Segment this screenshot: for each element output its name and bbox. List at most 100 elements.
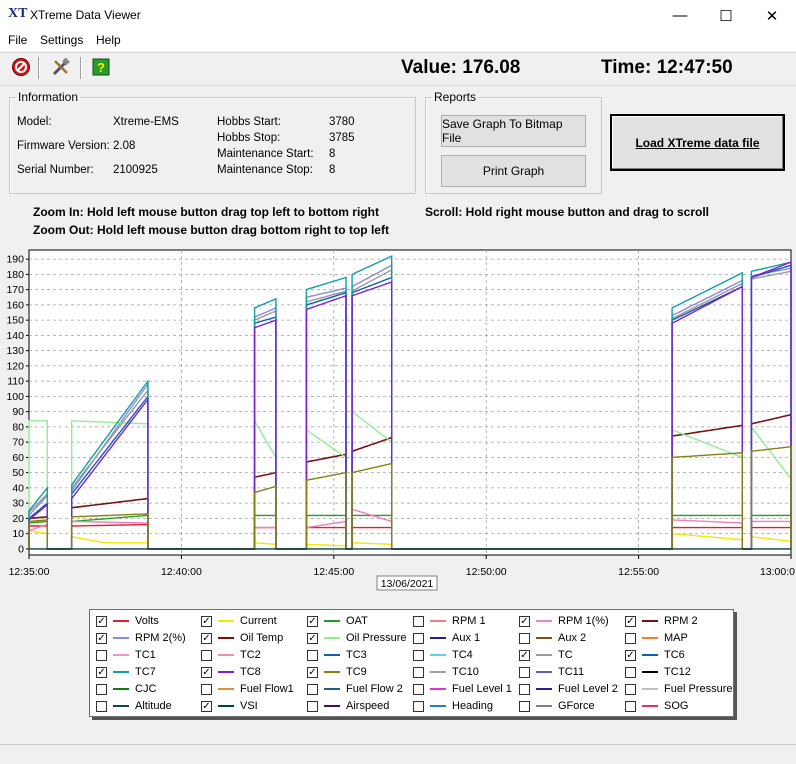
maximize-button[interactable]: ☐ [703, 0, 749, 31]
legend-checkbox[interactable]: ✓ [96, 615, 107, 627]
legend-checkbox[interactable]: ✓ [201, 700, 212, 712]
legend-checkbox[interactable]: ✓ [519, 615, 530, 627]
legend-checkbox[interactable] [413, 700, 424, 712]
legend-checkbox[interactable]: ✓ [307, 666, 318, 678]
tools-icon[interactable] [50, 56, 72, 78]
legend-checkbox[interactable]: ✓ [201, 666, 212, 678]
legend-item[interactable]: ✓ VSI [201, 698, 258, 714]
legend-checkbox[interactable] [413, 649, 424, 661]
legend-item[interactable]: Airspeed [307, 698, 389, 714]
legend-checkbox[interactable] [96, 700, 107, 712]
legend-item[interactable]: TC2 [201, 647, 261, 663]
legend-item[interactable]: TC12 [625, 664, 691, 680]
legend-checkbox[interactable] [625, 700, 636, 712]
y-tick-label: 110 [7, 376, 24, 388]
legend-item[interactable]: ✓ TC7 [96, 664, 156, 680]
legend-item[interactable]: Heading [413, 698, 493, 714]
legend-swatch [642, 637, 658, 639]
legend-item[interactable]: ✓ Current [201, 613, 277, 629]
legend-item[interactable]: Fuel Flow 2 [307, 681, 403, 697]
legend-item[interactable]: RPM 1 [413, 613, 486, 629]
legend-item[interactable]: Fuel Flow1 [201, 681, 294, 697]
legend-checkbox[interactable]: ✓ [201, 632, 212, 644]
legend-item[interactable]: Aux 2 [519, 630, 586, 646]
legend-checkbox[interactable] [201, 683, 212, 695]
legend-label: TC3 [346, 649, 367, 661]
legend-checkbox[interactable] [413, 632, 424, 644]
save-graph-button[interactable]: Save Graph To Bitmap File [441, 115, 586, 147]
model-label: Model: [17, 116, 52, 128]
legend-checkbox[interactable] [96, 649, 107, 661]
legend-item[interactable]: GForce [519, 698, 595, 714]
legend-checkbox[interactable] [625, 683, 636, 695]
legend-item[interactable]: TC10 [413, 664, 479, 680]
legend-item[interactable]: Fuel Level 1 [413, 681, 512, 697]
legend-item[interactable]: ✓ TC6 [625, 647, 685, 663]
legend-swatch [430, 671, 446, 673]
chart-svg[interactable]: 0 10 20 30 40 50 60 70 80 90 100 110 120 130 140 150 160… [5, 248, 795, 593]
legend-item[interactable]: TC1 [96, 647, 156, 663]
legend-checkbox[interactable] [413, 666, 424, 678]
help-icon[interactable]: ? [90, 56, 112, 78]
legend-checkbox[interactable] [201, 649, 212, 661]
legend-item[interactable]: ✓ TC8 [201, 664, 261, 680]
legend-item[interactable]: ✓ Volts [96, 613, 159, 629]
legend-checkbox[interactable] [625, 666, 636, 678]
close-button[interactable]: ✕ [749, 0, 795, 31]
legend-checkbox[interactable] [413, 615, 424, 627]
legend-item[interactable]: ✓ Oil Pressure [307, 630, 407, 646]
legend-item[interactable]: TC11 [519, 664, 584, 680]
legend-checkbox[interactable]: ✓ [201, 615, 212, 627]
legend-item[interactable]: Fuel Level 2 [519, 681, 618, 697]
legend-item[interactable]: ✓ RPM 2(%) [96, 630, 186, 646]
legend-checkbox[interactable]: ✓ [96, 632, 107, 644]
legend-checkbox[interactable]: ✓ [625, 615, 636, 627]
legend-item[interactable]: ✓ TC [519, 647, 573, 663]
legend-item[interactable]: Fuel Pressure [625, 681, 732, 697]
legend-item[interactable]: ✓ RPM 1(%) [519, 613, 609, 629]
legend-label: Fuel Pressure [664, 683, 733, 695]
reports-legend: Reports [434, 90, 477, 104]
legend-item[interactable]: Aux 1 [413, 630, 480, 646]
legend-label: Volts [135, 615, 159, 627]
load-data-file-button[interactable]: Load XTreme data file [610, 114, 785, 171]
legend-item[interactable]: SOG [625, 698, 688, 714]
legend-swatch [642, 671, 658, 673]
legend-item[interactable]: TC4 [413, 647, 473, 663]
legend-swatch [218, 671, 234, 673]
legend-checkbox[interactable]: ✓ [307, 632, 318, 644]
legend-item[interactable]: ✓ RPM 2 [625, 613, 698, 629]
menu-settings[interactable]: Settings [40, 33, 83, 47]
menu-file[interactable]: File [8, 33, 27, 47]
legend-checkbox[interactable] [519, 700, 530, 712]
legend-checkbox[interactable]: ✓ [307, 615, 318, 627]
data-chart[interactable]: 0 10 20 30 40 50 60 70 80 90 100 110 120 130 140 150 160… [5, 248, 795, 593]
legend-checkbox[interactable] [96, 683, 107, 695]
legend-checkbox[interactable] [519, 683, 530, 695]
legend-checkbox[interactable] [519, 666, 530, 678]
stop-icon[interactable] [10, 56, 32, 78]
legend-checkbox[interactable]: ✓ [625, 649, 636, 661]
y-tick-label: 150 [6, 315, 24, 327]
legend-checkbox[interactable] [307, 683, 318, 695]
legend-checkbox[interactable] [413, 683, 424, 695]
legend-item[interactable]: CJC [96, 681, 156, 697]
legend-checkbox[interactable] [307, 649, 318, 661]
legend-checkbox[interactable] [307, 700, 318, 712]
legend-checkbox[interactable]: ✓ [96, 666, 107, 678]
menu-help[interactable]: Help [96, 33, 121, 47]
firmware-label: Firmware Version: [17, 140, 110, 152]
print-graph-button[interactable]: Print Graph [441, 155, 586, 187]
legend-item[interactable]: ✓ TC9 [307, 664, 367, 680]
legend-swatch [536, 620, 552, 622]
legend-item[interactable]: TC3 [307, 647, 367, 663]
minimize-button[interactable]: — [657, 0, 703, 31]
legend-checkbox[interactable] [625, 632, 636, 644]
legend-item[interactable]: ✓ OAT [307, 613, 368, 629]
legend-item[interactable]: ✓ Oil Temp [201, 630, 283, 646]
legend-checkbox[interactable]: ✓ [519, 649, 530, 661]
legend-item[interactable]: MAP [625, 630, 688, 646]
legend-item[interactable]: Altitude [96, 698, 172, 714]
legend-swatch [536, 688, 552, 690]
legend-checkbox[interactable] [519, 632, 530, 644]
